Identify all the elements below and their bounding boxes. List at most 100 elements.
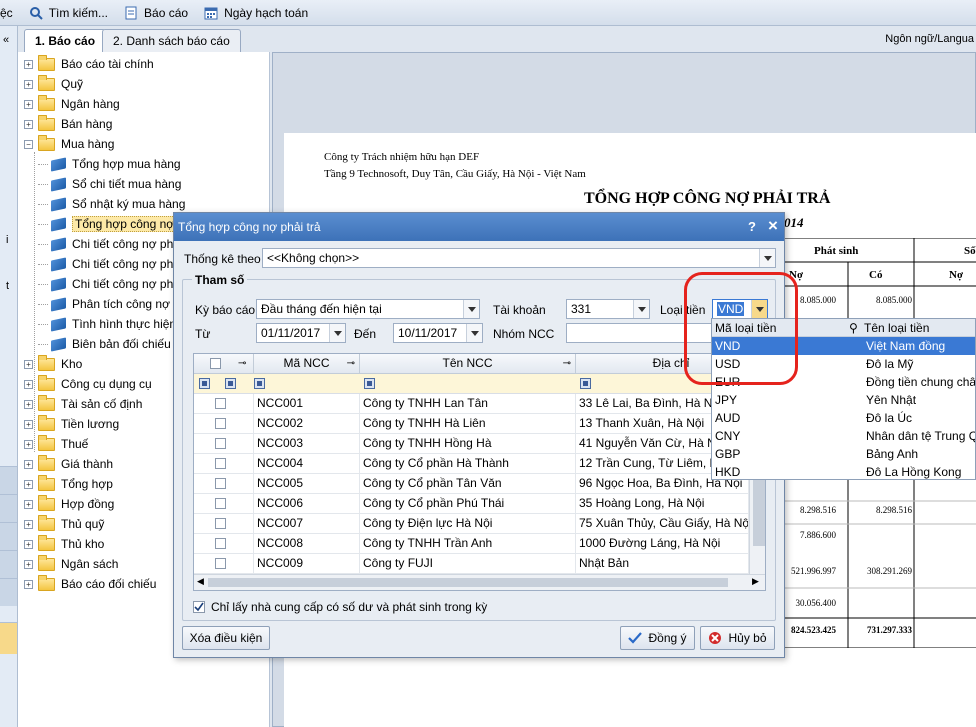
tree-folder[interactable]: + Công cụ dụng cụ: [24, 374, 152, 394]
row-select-cell[interactable]: [194, 514, 254, 534]
strip-block[interactable]: [0, 494, 17, 522]
row-select-cell[interactable]: [194, 414, 254, 434]
pin-icon[interactable]: ⊸: [347, 354, 355, 373]
expand-icon[interactable]: +: [24, 119, 33, 129]
tree-report-item[interactable]: Tình hình thực hiện: [38, 314, 176, 334]
dialog-title-bar[interactable]: Tổng hợp công nợ phải trả ? ×: [174, 213, 784, 241]
table-row[interactable]: NCC008 Công ty TNHH Trần Anh 1000 Đường Lá…: [194, 534, 749, 554]
tree-folder[interactable]: + Báo cáo tài chính: [24, 54, 154, 74]
tree-folder[interactable]: + Hợp đồng: [24, 494, 114, 514]
filter-icon[interactable]: [254, 378, 265, 389]
tree-folder[interactable]: + Bán hàng: [24, 114, 112, 134]
expand-icon[interactable]: +: [24, 459, 33, 469]
strip-block-active[interactable]: [0, 622, 17, 654]
tree-folder[interactable]: + Kho: [24, 354, 82, 374]
ok-button[interactable]: Đồng ý: [620, 626, 695, 650]
table-row[interactable]: NCC004 Công ty Cổ phần Hà Thành 12 Trần Cu…: [194, 454, 749, 474]
expand-icon[interactable]: +: [24, 79, 33, 89]
tree-folder[interactable]: + Ngân hàng: [24, 94, 120, 114]
expand-icon[interactable]: +: [24, 419, 33, 429]
row-checkbox[interactable]: [215, 418, 226, 429]
tree-report-item[interactable]: Biên bản đối chiếu: [38, 334, 171, 354]
grid-header-ten-ncc[interactable]: Tên NCC ⊸: [360, 354, 576, 374]
filter-icon[interactable]: [225, 378, 236, 389]
expand-icon[interactable]: +: [24, 479, 33, 489]
table-row[interactable]: NCC002 Công ty TNHH Hà Liên 13 Thanh Xuân,…: [194, 414, 749, 434]
tree-folder[interactable]: + Thuế: [24, 434, 88, 454]
tree-folder[interactable]: + Tổng hợp: [24, 474, 113, 494]
row-select-cell[interactable]: [194, 474, 254, 494]
help-button[interactable]: ?: [748, 219, 756, 234]
search-button[interactable]: Tìm kiếm...: [29, 6, 108, 20]
ky-bao-cao-select[interactable]: Đầu tháng đến hiện tại: [256, 299, 480, 319]
row-checkbox[interactable]: [215, 558, 226, 569]
tree-folder[interactable]: + Quỹ: [24, 74, 83, 94]
row-select-cell[interactable]: [194, 454, 254, 474]
language-selector[interactable]: Ngôn ngữ/Langua: [885, 33, 974, 45]
grid-header-ma-ncc[interactable]: Mã NCC ⊸: [254, 354, 360, 374]
currency-option[interactable]: HKD Đô La Hồng Kong: [712, 463, 975, 479]
currency-option[interactable]: JPY Yên Nhật: [712, 391, 975, 409]
table-row[interactable]: NCC007 Công ty Điện lực Hà Nội 75 Xuân Thủ…: [194, 514, 749, 534]
expand-icon[interactable]: +: [24, 559, 33, 569]
strip-block[interactable]: [0, 466, 17, 494]
report-button[interactable]: Báo cáo: [124, 6, 188, 20]
table-row[interactable]: NCC006 Công ty Cổ phần Phú Thái 35 Hoàng L…: [194, 494, 749, 514]
strip-block[interactable]: [0, 550, 17, 578]
expand-icon[interactable]: +: [24, 379, 33, 389]
scroll-right-icon[interactable]: ▶: [752, 576, 759, 587]
expand-icon[interactable]: +: [24, 579, 33, 589]
tu-date-field[interactable]: 01/11/2017: [256, 323, 346, 343]
filter-icon[interactable]: [580, 378, 591, 389]
tree-folder[interactable]: − Mua hàng: [24, 134, 114, 154]
tab-report-list[interactable]: 2. Danh sách báo cáo: [102, 29, 241, 52]
row-checkbox[interactable]: [215, 498, 226, 509]
expand-icon[interactable]: +: [24, 99, 33, 109]
chevron-down-icon[interactable]: [329, 324, 345, 342]
checkbox-box[interactable]: [193, 601, 205, 613]
tree-folder[interactable]: + Ngân sách: [24, 554, 118, 574]
tree-report-item[interactable]: Chi tiết công nợ ph: [38, 234, 173, 254]
toolbar-item-partial[interactable]: ệc: [0, 6, 13, 20]
tree-folder[interactable]: + Tiền lương: [24, 414, 119, 434]
row-select-cell[interactable]: [194, 494, 254, 514]
tai-khoan-select[interactable]: 331: [566, 299, 650, 319]
den-date-field[interactable]: 10/11/2017: [393, 323, 483, 343]
tree-folder[interactable]: + Tài sản cố định: [24, 394, 142, 414]
filter-icon[interactable]: [199, 378, 210, 389]
chevron-down-icon[interactable]: [466, 324, 482, 342]
tab-report[interactable]: 1. Báo cáo: [24, 29, 107, 52]
tree-report-item[interactable]: Tổng hợp công nợ: [38, 214, 178, 234]
table-row[interactable]: NCC001 Công ty TNHH Lan Tân 33 Lê Lai, Ba …: [194, 394, 749, 414]
cancel-button[interactable]: Hủy bỏ: [700, 626, 775, 650]
currency-option[interactable]: AUD Đô la Úc: [712, 409, 975, 427]
tree-report-item[interactable]: Phân tích công nợ: [38, 294, 170, 314]
tree-report-item[interactable]: Sổ nhật ký mua hàng: [38, 194, 185, 214]
pin-icon[interactable]: ⊸: [563, 354, 571, 373]
tree-report-item[interactable]: Chi tiết công nợ ph: [38, 254, 173, 274]
row-select-cell[interactable]: [194, 534, 254, 554]
tree-folder[interactable]: + Thủ quỹ: [24, 514, 104, 534]
currency-option[interactable]: GBP Bảng Anh: [712, 445, 975, 463]
tree-folder[interactable]: + Thủ kho: [24, 534, 104, 554]
table-row[interactable]: NCC005 Công ty Cổ phần Tân Văn 96 Ngọc Hoa…: [194, 474, 749, 494]
row-checkbox[interactable]: [215, 478, 226, 489]
grid-header-select[interactable]: ⊸: [194, 354, 254, 374]
thong-ke-select[interactable]: <<Không chọn>>: [262, 248, 776, 268]
row-checkbox[interactable]: [215, 458, 226, 469]
table-row[interactable]: NCC009 Công ty FUJI Nhật Bản: [194, 554, 749, 574]
tree-report-item[interactable]: Sổ chi tiết mua hàng: [38, 174, 181, 194]
filter-icon[interactable]: [364, 378, 375, 389]
close-button[interactable]: ×: [768, 216, 778, 236]
row-checkbox[interactable]: [215, 518, 226, 529]
row-select-cell[interactable]: [194, 434, 254, 454]
expand-icon[interactable]: +: [24, 539, 33, 549]
clear-conditions-button[interactable]: Xóa điều kiện: [182, 626, 270, 650]
posting-date-button[interactable]: Ngày hạch toán: [204, 6, 308, 20]
tree-report-item[interactable]: Chi tiết công nợ ph: [38, 274, 173, 294]
row-select-cell[interactable]: [194, 554, 254, 574]
table-row[interactable]: NCC003 Công ty TNHH Hồng Hà 41 Nguyễn Văn …: [194, 434, 749, 454]
chevron-down-icon[interactable]: [463, 300, 479, 318]
expand-icon[interactable]: +: [24, 59, 33, 69]
expand-icon[interactable]: +: [24, 499, 33, 509]
